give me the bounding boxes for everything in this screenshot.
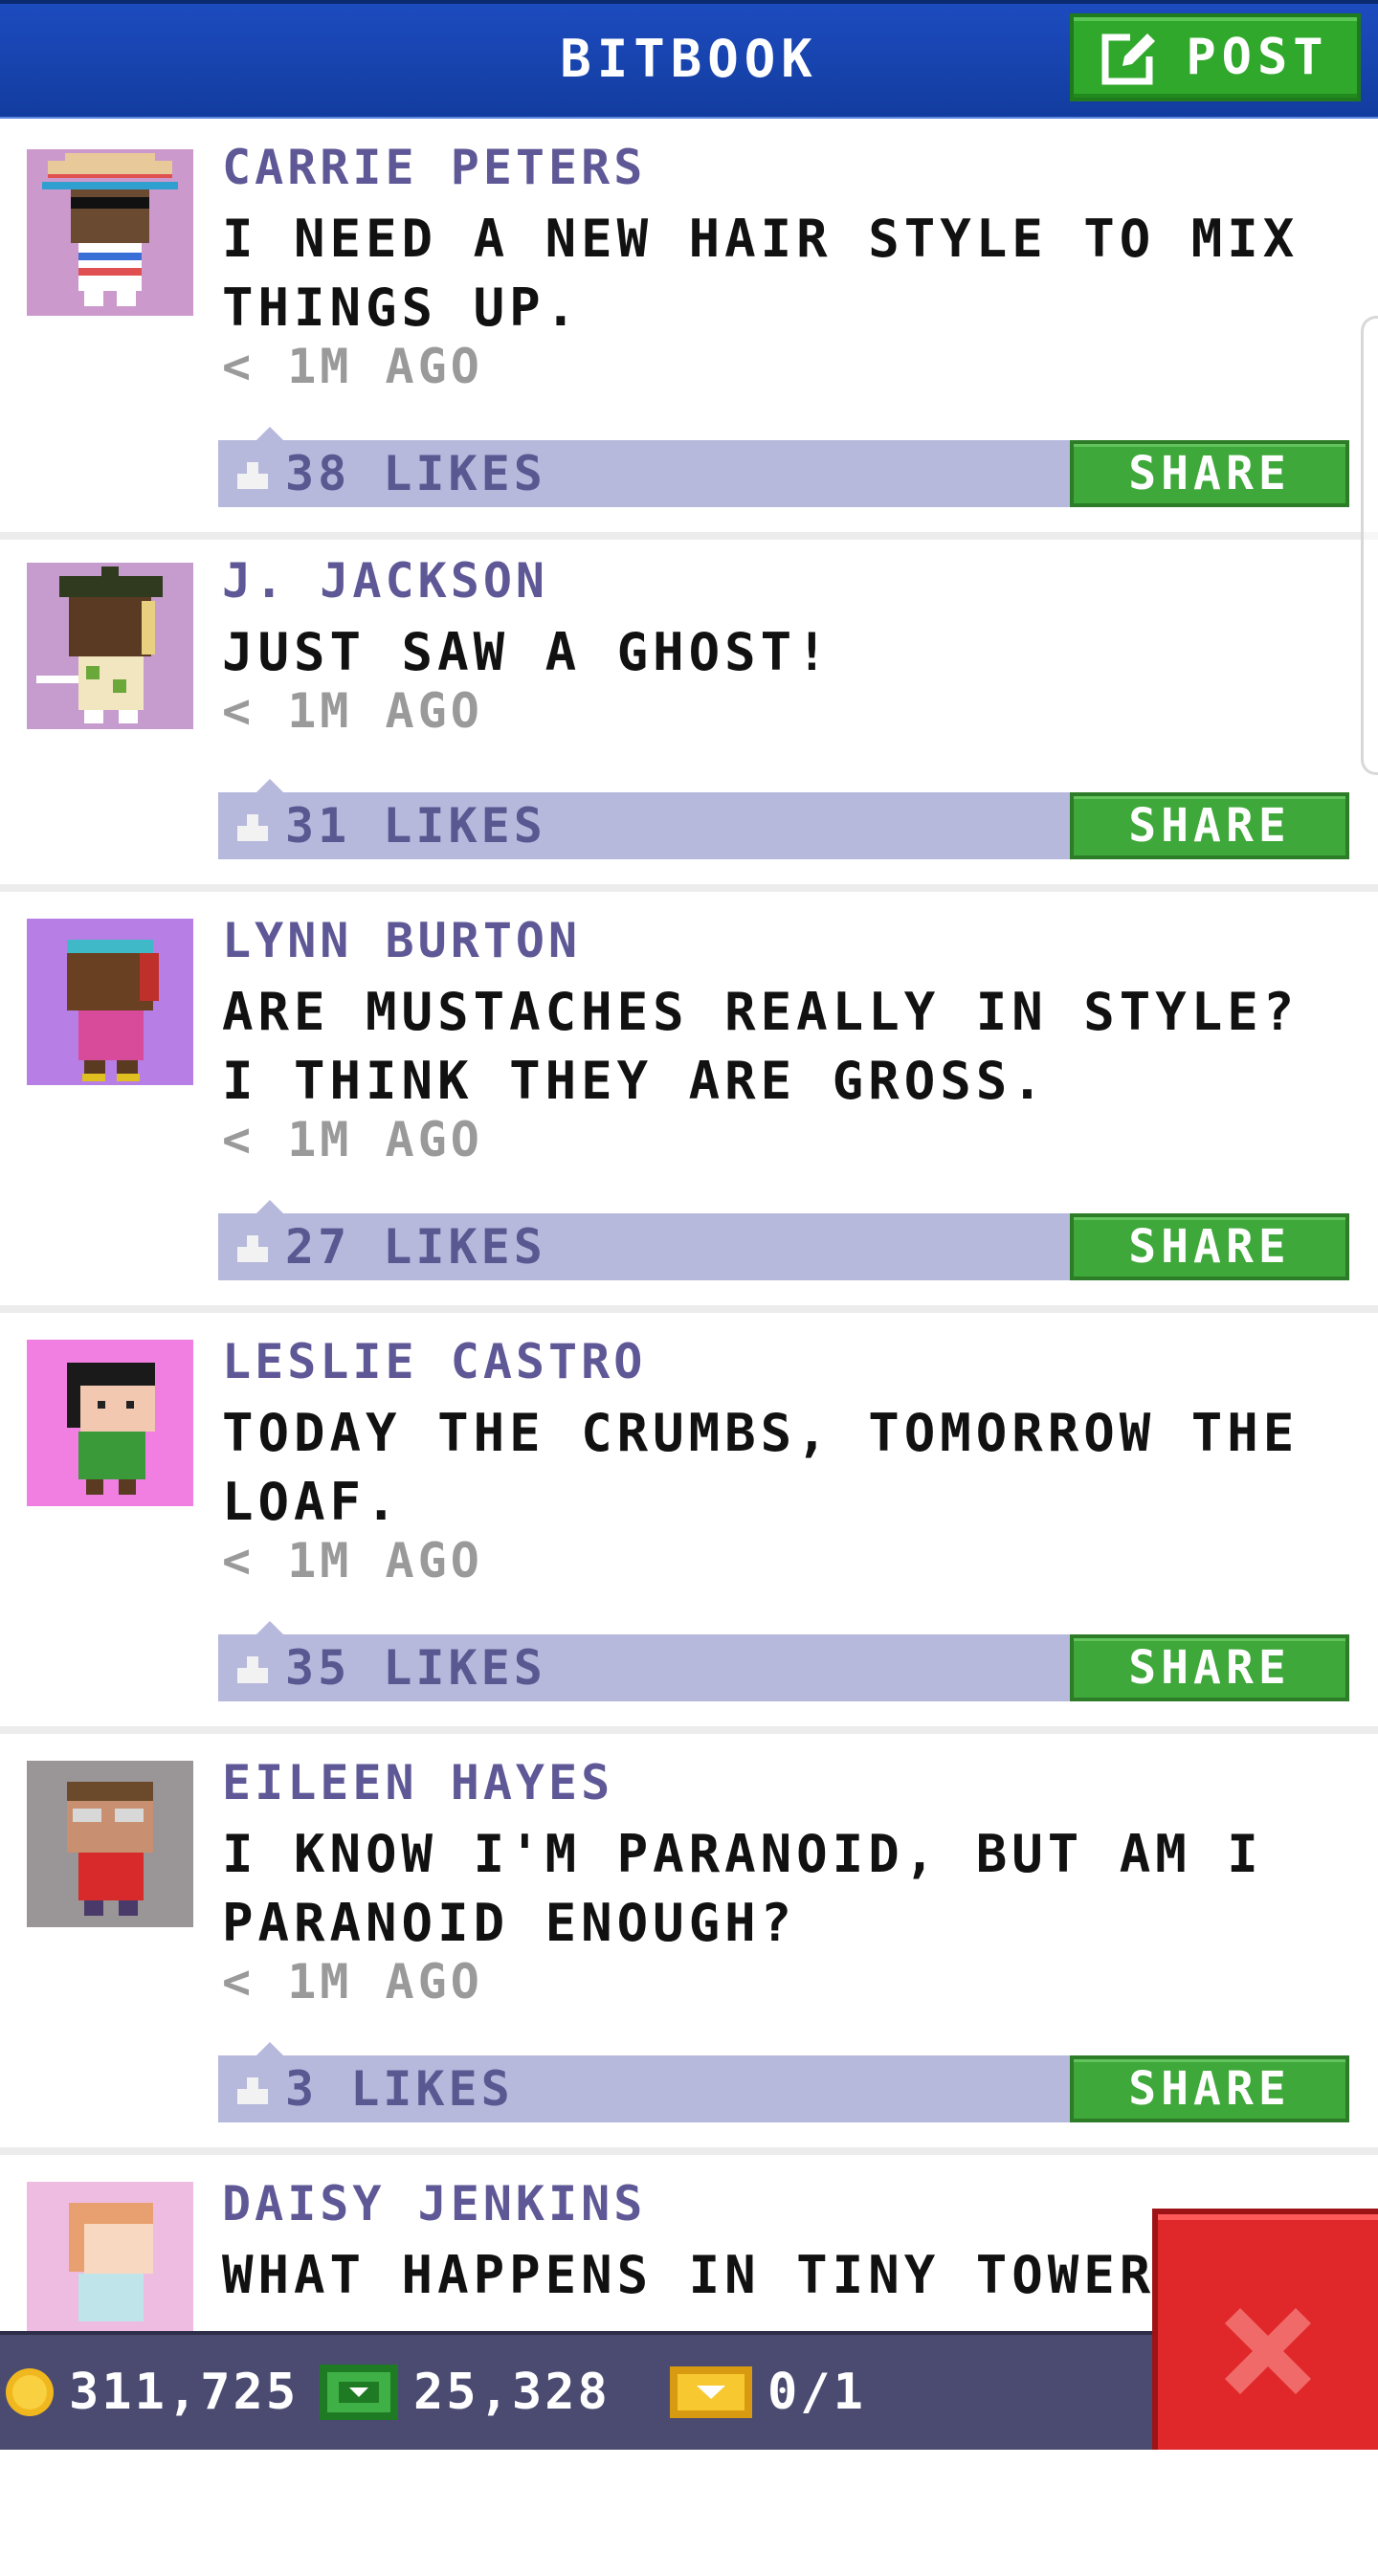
- close-button[interactable]: [1152, 2209, 1378, 2450]
- tickets-display: 0/1: [668, 2335, 866, 2450]
- likes-bar: 35 LIKES SHARE: [218, 1621, 1349, 1701]
- like-button[interactable]: 27 LIKES: [233, 1213, 546, 1280]
- coin-icon: [4, 2366, 56, 2418]
- share-button[interactable]: SHARE: [1070, 792, 1349, 859]
- post-author[interactable]: DAISY JENKINS: [222, 2176, 646, 2232]
- post-card: EILEEN HAYES I KNOW I'M PARANOID, BUT AM…: [0, 1734, 1378, 2155]
- likes-bar: 3 LIKES SHARE: [218, 2042, 1349, 2122]
- header-bar: BITBOOK POST: [0, 0, 1378, 119]
- avatar[interactable]: [27, 919, 193, 1085]
- post-message: JUST SAW A GHOST!: [222, 622, 833, 682]
- likes-bar: 27 LIKES SHARE: [218, 1200, 1349, 1280]
- scrollbar[interactable]: [1361, 316, 1378, 775]
- post-author[interactable]: LYNN BURTON: [222, 913, 581, 968]
- post-time: < 1M AGO: [222, 1112, 483, 1167]
- like-button[interactable]: 31 LIKES: [233, 792, 546, 859]
- post-message: I KNOW I'M PARANOID, BUT AM I PARANOID E…: [222, 1824, 1263, 1953]
- post-feed: CARRIE PETERS I NEED A NEW HAIR STYLE TO…: [0, 119, 1378, 2576]
- post-button-label: POST: [1186, 29, 1329, 86]
- share-button[interactable]: SHARE: [1070, 440, 1349, 507]
- coins-display: 311,725: [4, 2335, 299, 2450]
- likes-bar: 31 LIKES SHARE: [218, 779, 1349, 859]
- share-button[interactable]: SHARE: [1070, 1634, 1349, 1701]
- post-author[interactable]: EILEEN HAYES: [222, 1755, 613, 1810]
- coins-count: 311,725: [69, 2364, 300, 2421]
- like-icon: [233, 807, 272, 845]
- post-time: < 1M AGO: [222, 683, 483, 739]
- avatar[interactable]: [27, 149, 193, 316]
- bux-icon: [318, 2363, 400, 2422]
- avatar[interactable]: [27, 1761, 193, 1927]
- likes-count: 27 LIKES: [285, 1219, 546, 1275]
- like-button[interactable]: 38 LIKES: [233, 440, 546, 507]
- post-time: < 1M AGO: [222, 1954, 483, 2010]
- post-card: J. JACKSON JUST SAW A GHOST! < 1M AGO 31…: [0, 540, 1378, 892]
- ticket-icon: [668, 2365, 754, 2420]
- like-button[interactable]: 35 LIKES: [233, 1634, 546, 1701]
- avatar[interactable]: [27, 2182, 193, 2348]
- tickets-count: 0/1: [767, 2364, 866, 2421]
- post-author[interactable]: LESLIE CASTRO: [222, 1334, 646, 1389]
- post-card: LESLIE CASTRO TODAY THE CRUMBS, TOMORROW…: [0, 1313, 1378, 1734]
- like-icon: [233, 1649, 272, 1687]
- post-author[interactable]: CARRIE PETERS: [222, 140, 646, 195]
- share-button[interactable]: SHARE: [1070, 2055, 1349, 2122]
- post-message: TODAY THE CRUMBS, TOMORROW THE LOAF.: [222, 1403, 1300, 1532]
- post-message: ARE MUSTACHES REALLY IN STYLE? I THINK T…: [222, 982, 1300, 1111]
- likes-count: 31 LIKES: [285, 798, 546, 854]
- post-time: < 1M AGO: [222, 339, 483, 394]
- likes-count: 3 LIKES: [285, 2061, 514, 2117]
- likes-bar: 38 LIKES SHARE: [218, 427, 1349, 507]
- post-card: LYNN BURTON ARE MUSTACHES REALLY IN STYL…: [0, 892, 1378, 1313]
- post-time: < 1M AGO: [222, 1533, 483, 1588]
- edit-icon: [1101, 28, 1162, 87]
- likes-count: 35 LIKES: [285, 1640, 546, 1696]
- close-icon: [1215, 2298, 1321, 2404]
- post-author[interactable]: J. JACKSON: [222, 553, 548, 609]
- like-icon: [233, 455, 272, 493]
- like-icon: [233, 1228, 272, 1266]
- post-message: I NEED A NEW HAIR STYLE TO MIX THINGS UP…: [222, 209, 1300, 338]
- post-card: CARRIE PETERS I NEED A NEW HAIR STYLE TO…: [0, 119, 1378, 540]
- share-button[interactable]: SHARE: [1070, 1213, 1349, 1280]
- bux-count: 25,328: [413, 2364, 611, 2421]
- avatar[interactable]: [27, 563, 193, 729]
- like-icon: [233, 2070, 272, 2108]
- bux-display: 25,328: [318, 2335, 611, 2450]
- likes-count: 38 LIKES: [285, 446, 546, 501]
- post-button[interactable]: POST: [1070, 13, 1361, 101]
- like-button[interactable]: 3 LIKES: [233, 2055, 514, 2122]
- avatar[interactable]: [27, 1340, 193, 1506]
